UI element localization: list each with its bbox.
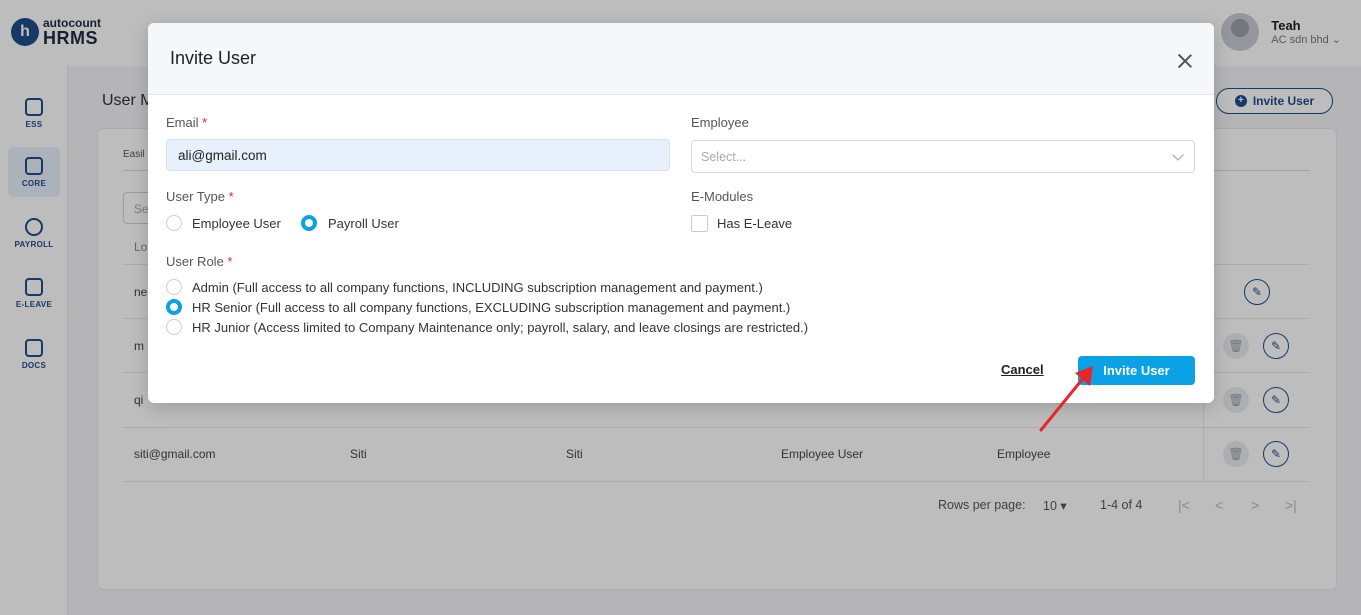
annotation-arrow-icon [1039, 366, 1093, 432]
